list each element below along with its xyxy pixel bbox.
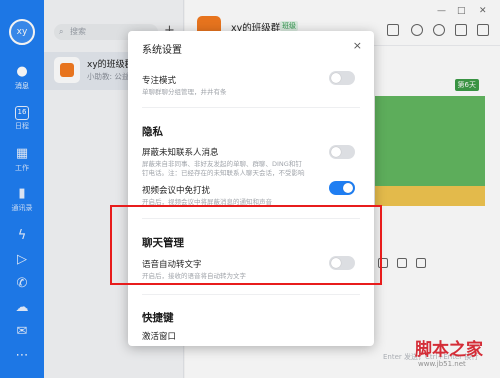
toggle-knob (331, 147, 341, 157)
toggle-knob (343, 183, 353, 193)
video-dnd-title: 视频会议中免打扰 (142, 186, 211, 196)
block-stranger-title: 屏蔽未知联系人消息 (142, 148, 219, 158)
focus-mode-desc: 单聊群聊分组管理，井井有条 (142, 88, 227, 96)
privacy-section-title: 隐私 (142, 126, 163, 138)
block-stranger-desc-line1: 屏蔽来自非同事、非好友发起的单聊、群聊、DING和钉 (142, 160, 302, 168)
block-stranger-toggle[interactable] (329, 145, 355, 159)
divider (142, 107, 360, 108)
highlight-annotation (110, 205, 382, 285)
block-stranger-desc-line2: 钉电话。注：已经存在的未知联系人聊天会话，不受影响 (142, 169, 305, 177)
shortcut-section-title: 快捷键 (142, 312, 174, 324)
video-dnd-toggle[interactable] (329, 181, 355, 195)
settings-dialog: 系统设置 × 专注模式 单聊群聊分组管理，井井有条 隐私 屏蔽未知联系人消息 屏… (128, 31, 374, 346)
dingtalk-app: xy ● 消息 16 日程 ▦ 工作 ▮ 通讯录 ϟ ▷ ✆ ☁ ✉ ⋯ ⌕ 搜… (0, 0, 500, 378)
activate-window-title: 激活窗口 (142, 332, 177, 342)
focus-mode-toggle[interactable] (329, 71, 355, 85)
focus-mode-title: 专注模式 (142, 76, 177, 86)
toggle-knob (331, 73, 341, 83)
dialog-title: 系统设置 (142, 45, 182, 56)
close-icon[interactable]: × (353, 40, 362, 52)
divider (142, 294, 360, 295)
